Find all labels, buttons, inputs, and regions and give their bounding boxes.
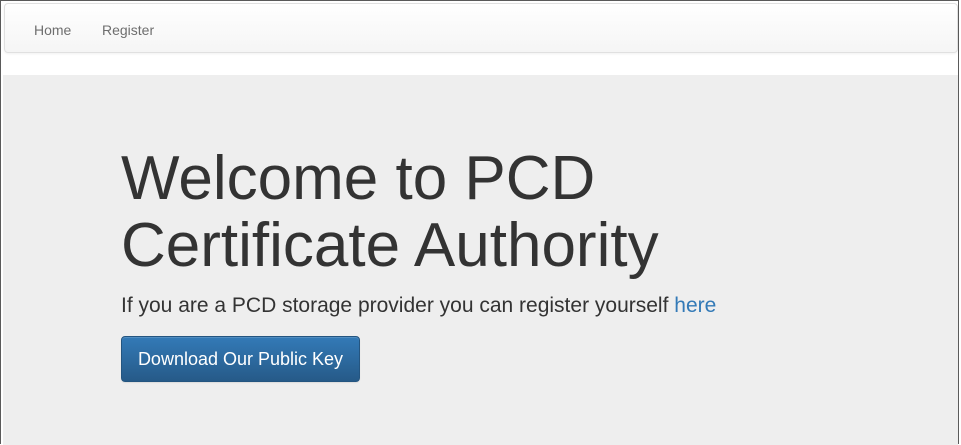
jumbotron: Welcome to PCD Certificate Authority If … xyxy=(3,75,958,445)
page-title: Welcome to PCD Certificate Authority xyxy=(121,144,659,280)
nav-home-link[interactable]: Home xyxy=(34,21,71,39)
hero-text: If you are a PCD storage provider you ca… xyxy=(121,293,716,319)
navbar: Home Register xyxy=(4,3,958,53)
nav-register-link[interactable]: Register xyxy=(102,21,154,39)
register-here-link[interactable]: here xyxy=(674,294,716,317)
browser-frame: Home Register Welcome to PCD Certificate… xyxy=(0,0,959,445)
download-public-key-button[interactable]: Download Our Public Key xyxy=(121,336,360,382)
hero-text-label: If you are a PCD storage provider you ca… xyxy=(121,294,669,317)
